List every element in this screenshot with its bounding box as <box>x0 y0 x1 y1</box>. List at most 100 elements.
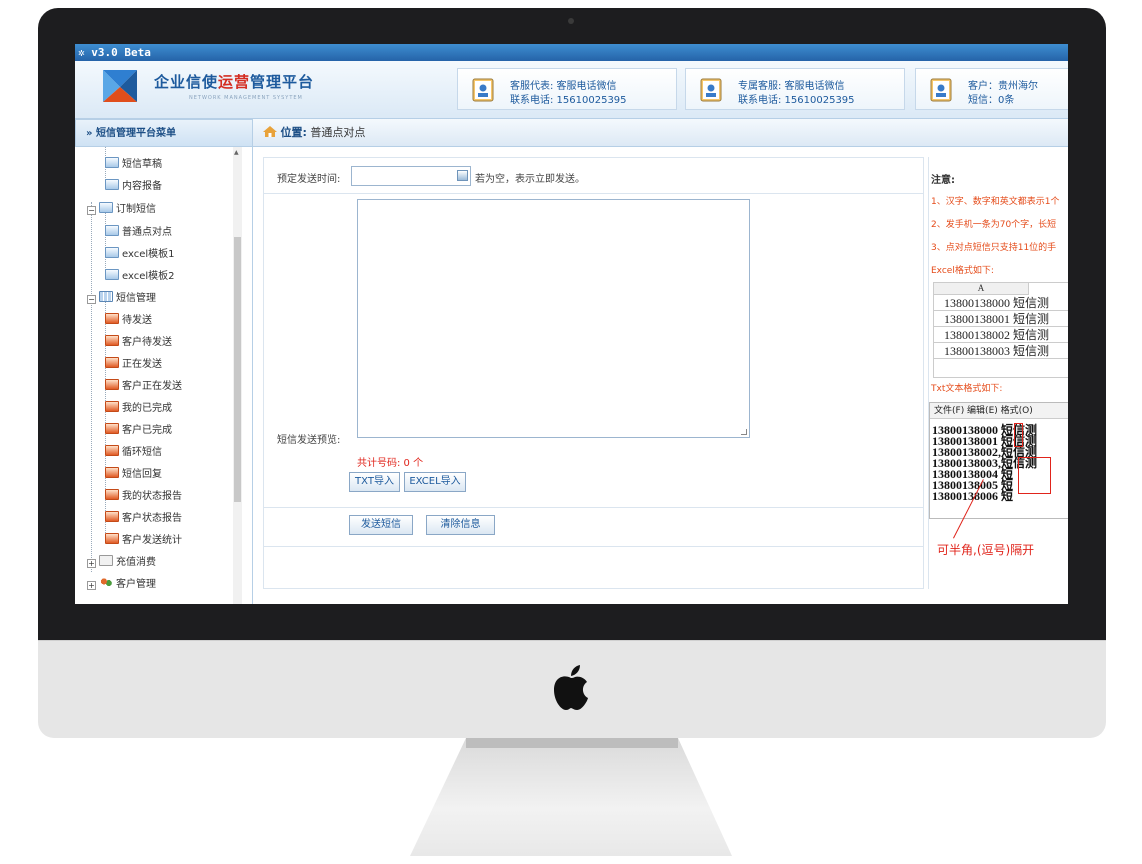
note-line-2: 2、发手机一条为70个字，长短 <box>931 220 1057 230</box>
resize-handle-icon[interactable] <box>741 429 747 435</box>
customer-name: 客户：贵州海尔 <box>968 81 1038 92</box>
envelope-icon <box>105 179 119 190</box>
number-count: 共计号码: 0 个 <box>357 458 424 469</box>
app-header: 企业信使运营管理平台 NETWORK MANAGEMENT SYSYTEM 客服… <box>75 61 1068 119</box>
collapse-toggle[interactable]: − <box>87 206 96 215</box>
contact-line-2: 联系电话: 15610025395 <box>738 95 855 106</box>
sidebar-item-customer-done[interactable]: 客户已完成 <box>105 423 172 439</box>
sidebar-item-customer-report[interactable]: 客户状态报告 <box>105 511 182 527</box>
contact-line-2: 联系电话: 15610025395 <box>510 95 627 106</box>
sidebar-item-draft[interactable]: 短信草稿 <box>105 157 162 173</box>
divider <box>264 507 923 508</box>
note-line-1: 1、汉字、数字和英文都表示1个 <box>931 197 1060 207</box>
home-icon <box>263 126 277 137</box>
calendar-icon <box>105 423 119 434</box>
brand-title: 企业信使运营管理平台 <box>154 73 315 91</box>
note-line-3: 3、点对点短信只支持11位的手 <box>931 243 1057 253</box>
envelope-icon <box>105 269 119 280</box>
sms-form: 预定发送时间: 若为空，表示立即发送。 短信发送预览: 共计号码: 0 个 TX… <box>263 157 924 589</box>
excel-import-button[interactable]: EXCEL导入 <box>404 472 466 492</box>
contact-book-icon <box>930 78 952 102</box>
contact-book-icon <box>700 78 722 102</box>
sidebar-item-loop-sms[interactable]: 循环短信 <box>105 445 162 461</box>
sidebar-item-excel1[interactable]: excel模板1 <box>105 247 175 263</box>
collapse-toggle[interactable]: − <box>87 295 96 304</box>
envelope-icon <box>105 157 119 168</box>
sidebar-item-customer-manage[interactable]: 客户管理 <box>99 577 156 593</box>
txt-import-button[interactable]: TXT导入 <box>349 472 400 492</box>
highlight-box <box>1014 423 1023 447</box>
expand-toggle[interactable]: + <box>87 581 96 590</box>
calendar-icon <box>105 533 119 544</box>
breadcrumb: 位置: 普通点对点 <box>253 119 1068 147</box>
sms-preview-textarea[interactable] <box>357 199 750 438</box>
sidebar-item-customer-pending[interactable]: 客户待发送 <box>105 335 172 351</box>
brand-subtitle: NETWORK MANAGEMENT SYSYTEM <box>189 95 303 101</box>
contact-line-1: 专属客服: 客服电话微信 <box>738 81 845 92</box>
sms-balance: 短信：0条 <box>968 95 1015 106</box>
monitor-stand <box>410 738 732 856</box>
sidebar-item-customer-stats[interactable]: 客户发送统计 <box>105 533 182 549</box>
envelope-icon <box>105 247 119 258</box>
scroll-up-icon[interactable]: ▲ <box>234 149 239 156</box>
sidebar-item-sending[interactable]: 正在发送 <box>105 357 162 373</box>
sidebar-item-sms-manage[interactable]: 短信管理 <box>99 291 156 307</box>
sidebar-item-my-report[interactable]: 我的状态报告 <box>105 489 182 505</box>
calendar-icon <box>105 401 119 412</box>
sidebar-scrollbar[interactable]: ▲ <box>233 147 242 604</box>
excel-example: A 13800138000 短信测 13800138001 短信测 138001… <box>933 282 1068 378</box>
sidebar-item-content-report[interactable]: 内容报备 <box>105 179 162 195</box>
schedule-label: 预定发送时间: <box>277 174 341 185</box>
camera-icon <box>568 18 574 24</box>
envelope-icon <box>105 225 119 236</box>
calendar-icon <box>105 335 119 346</box>
breadcrumb-prefix: 位置: <box>280 126 307 139</box>
clear-info-button[interactable]: 清除信息 <box>426 515 495 535</box>
txt-caption: Txt文本格式如下: <box>931 384 1003 394</box>
scrollbar-thumb[interactable] <box>234 237 241 502</box>
preview-label: 短信发送预览: <box>277 435 341 446</box>
calendar-icon <box>105 379 119 390</box>
sidebar-item-custom-sms[interactable]: 订制短信 <box>99 202 156 218</box>
send-sms-button[interactable]: 发送短信 <box>349 515 413 535</box>
sidebar-item-my-done[interactable]: 我的已完成 <box>105 401 172 417</box>
excel-row: 13800138000 短信测 <box>934 295 1068 311</box>
sidebar-item-recharge[interactable]: 充值消费 <box>99 555 156 571</box>
sidebar-tree: 短信草稿 内容报备 − 订制短信 普通点对点 excel模板1 excel模板2… <box>75 147 253 604</box>
apple-logo-icon <box>554 665 588 710</box>
sidebar-item-excel2[interactable]: excel模板2 <box>105 269 175 285</box>
excel-row: 13800138002 短信测 <box>934 327 1068 343</box>
calendar-icon <box>105 445 119 456</box>
sidebar-header[interactable]: » 短信管理平台菜单 <box>75 119 253 147</box>
schedule-hint: 若为空，表示立即发送。 <box>475 174 585 185</box>
schedule-time-input[interactable] <box>351 166 471 186</box>
contact-book-icon <box>472 78 494 102</box>
excel-column-header: A <box>934 283 1029 295</box>
excel-row: 13800138001 短信测 <box>934 311 1068 327</box>
sidebar-item-reply[interactable]: 短信回复 <box>105 467 162 483</box>
contact-card-dedicated: 专属客服: 客服电话微信 联系电话: 15610025395 <box>685 68 905 110</box>
document-icon <box>99 555 113 566</box>
sidebar-item-p2p[interactable]: 普通点对点 <box>105 225 172 241</box>
expand-toggle[interactable]: + <box>87 559 96 568</box>
window-title: ✲ v3.0 Beta <box>75 44 1068 61</box>
divider <box>264 193 923 194</box>
app-window: ✲ v3.0 Beta 企业信使运营管理平台 NETWORK MANAGEMEN… <box>75 44 1068 604</box>
excel-row: 13800138003 短信测 <box>934 343 1068 359</box>
txt-example: 文件(F) 编辑(E) 格式(O) 13800138000 短信测 138001… <box>929 402 1068 519</box>
contact-card-service: 客服代表: 客服电话微信 联系电话: 15610025395 <box>457 68 677 110</box>
contact-card-customer: 客户：贵州海尔 短信：0条 <box>915 68 1068 110</box>
calendar-icon <box>105 467 119 478</box>
gear-icon: ✲ <box>78 46 92 59</box>
tree-line <box>91 202 92 572</box>
sidebar-item-pending[interactable]: 待发送 <box>105 313 152 329</box>
calendar-icon <box>105 313 119 324</box>
excel-caption: Excel格式如下: <box>931 266 994 276</box>
calendar-icon <box>105 357 119 368</box>
contact-line-1: 客服代表: 客服电话微信 <box>510 81 617 92</box>
grid-icon <box>99 291 113 302</box>
sidebar-item-customer-sending[interactable]: 客户正在发送 <box>105 379 182 395</box>
monitor-neck <box>466 738 678 748</box>
separator-hint: 可半角,(逗号)隔开 <box>937 543 1035 557</box>
calendar-picker-icon[interactable] <box>457 170 468 181</box>
